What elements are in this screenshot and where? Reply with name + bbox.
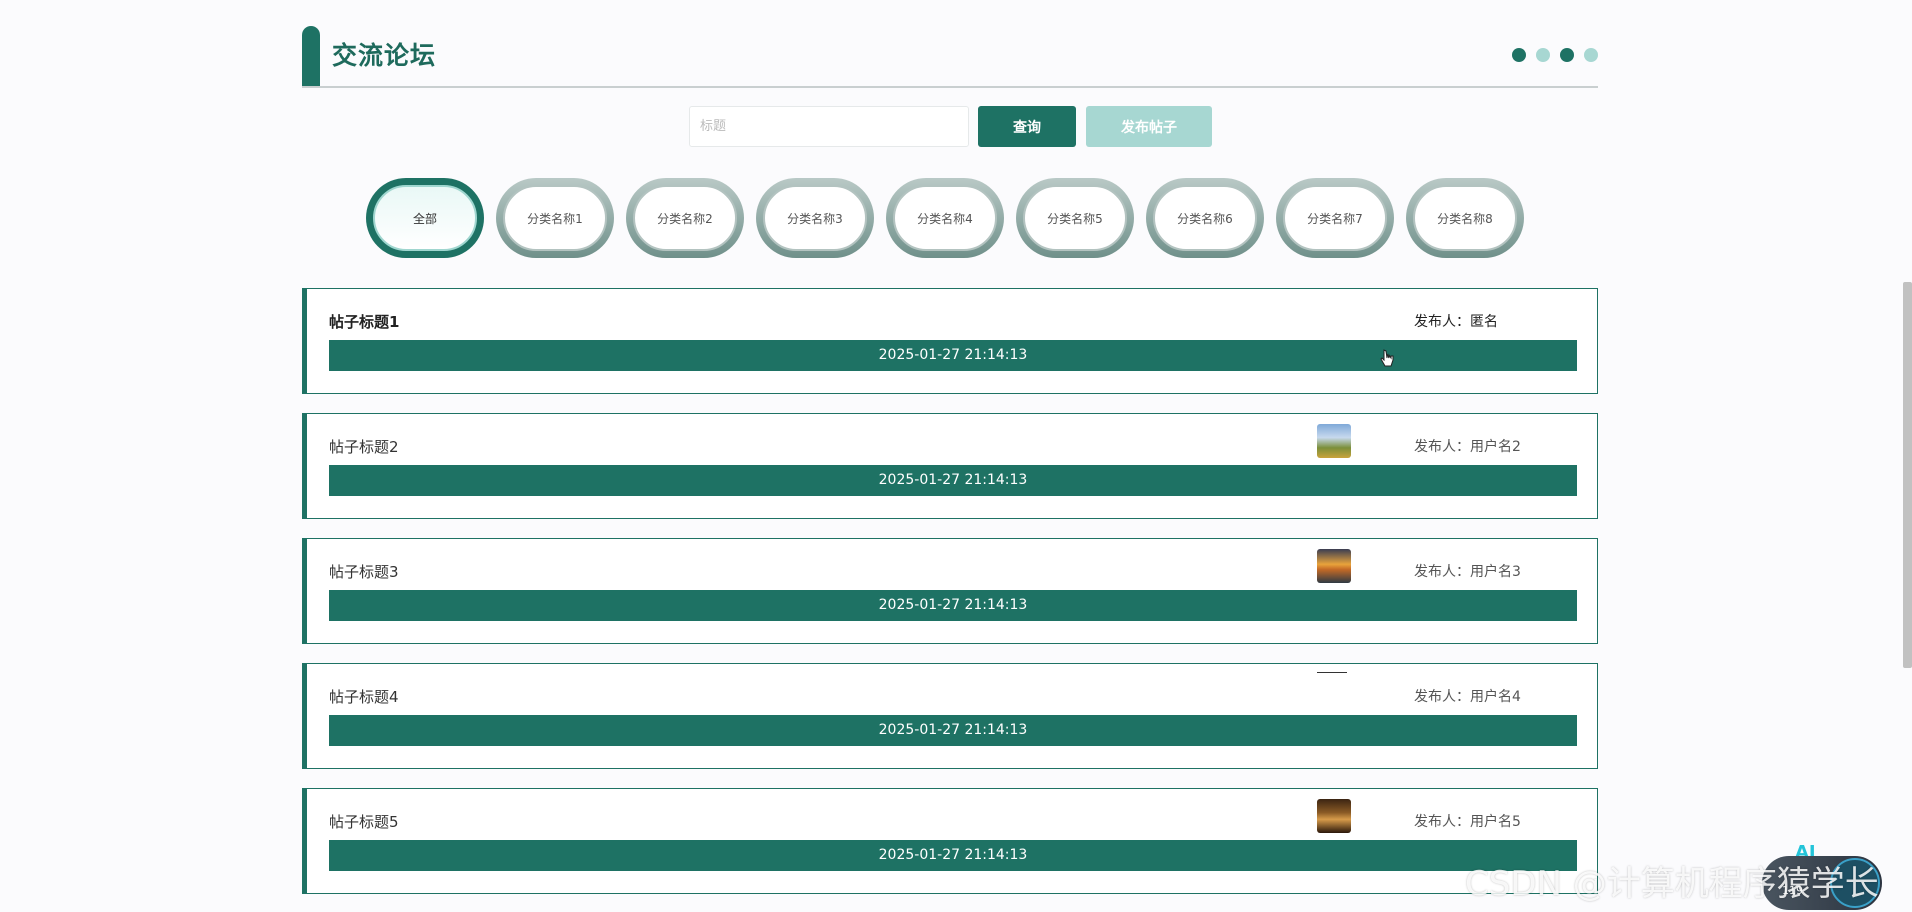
mountain-thumbnail <box>1317 424 1351 458</box>
post-item[interactable]: 帖子标题5 发布人：用户名5 2025-01-27 21:14:13 <box>302 788 1598 894</box>
post-title: 帖子标题3 <box>329 563 399 581</box>
post-date: 2025-01-27 21:14:13 <box>329 715 1577 746</box>
section-header: 交流论坛 <box>302 24 1598 88</box>
title-search-input[interactable] <box>689 106 969 147</box>
post-author: 发布人：匿名 <box>1414 314 1498 330</box>
category-label: 分类名称4 <box>893 185 997 251</box>
post-item[interactable]: 帖子标题3 发布人：用户名3 2025-01-27 21:14:13 <box>302 538 1598 644</box>
category-4[interactable]: 分类名称4 <box>886 178 1004 258</box>
broken-thumbnail <box>1317 672 1347 673</box>
header-accent-bar <box>302 26 320 86</box>
post-date: 2025-01-27 21:14:13 <box>329 590 1577 621</box>
category-3[interactable]: 分类名称3 <box>756 178 874 258</box>
hand-pointer-icon <box>1380 349 1394 367</box>
post-author: 发布人：用户名4 <box>1414 689 1521 705</box>
category-filter-bar: 全部 分类名称1 分类名称2 分类名称3 分类名称4 分类名称5 分类名称6 分… <box>366 178 1524 258</box>
category-label: 分类名称5 <box>1023 185 1127 251</box>
category-label: 分类名称1 <box>503 185 607 251</box>
publish-post-button[interactable]: 发布帖子 <box>1086 106 1212 147</box>
page-title: 交流论坛 <box>332 41 437 70</box>
post-item[interactable]: 帖子标题4 发布人：用户名4 2025-01-27 21:14:13 <box>302 663 1598 769</box>
dot-icon <box>1512 48 1526 62</box>
dot-icon <box>1560 48 1574 62</box>
post-title: 帖子标题2 <box>329 438 399 456</box>
category-label: 全部 <box>373 185 477 251</box>
post-title: 帖子标题5 <box>329 813 399 831</box>
category-5[interactable]: 分类名称5 <box>1016 178 1134 258</box>
category-label: 分类名称8 <box>1413 185 1517 251</box>
post-item[interactable]: 帖子标题2 发布人：用户名2 2025-01-27 21:14:13 <box>302 413 1598 519</box>
forum-page: 交流论坛 查询 发布帖子 全部 分类名称1 分类名称2 分类名称3 分类名称4 … <box>0 0 1912 912</box>
category-label: 分类名称6 <box>1153 185 1257 251</box>
sunset-thumbnail <box>1317 549 1351 583</box>
dot-icon <box>1584 48 1598 62</box>
query-button[interactable]: 查询 <box>978 106 1076 147</box>
post-title: 帖子标题4 <box>329 688 399 706</box>
page-scrollbar[interactable] <box>1903 282 1912 668</box>
post-title: 帖子标题1 <box>329 313 400 331</box>
post-author: 发布人：用户名5 <box>1414 814 1521 830</box>
post-date: 2025-01-27 21:14:13 <box>329 465 1577 496</box>
category-label: 分类名称3 <box>763 185 867 251</box>
watermark: CSDN @计算机程序猿学长 <box>1465 864 1879 904</box>
category-2[interactable]: 分类名称2 <box>626 178 744 258</box>
decorative-dots <box>1512 48 1598 62</box>
dot-icon <box>1536 48 1550 62</box>
category-label: 分类名称2 <box>633 185 737 251</box>
post-date: 2025-01-27 21:14:13 <box>329 840 1577 871</box>
book-thumbnail <box>1317 799 1351 833</box>
post-author: 发布人：用户名3 <box>1414 564 1521 580</box>
category-8[interactable]: 分类名称8 <box>1406 178 1524 258</box>
category-label: 分类名称7 <box>1283 185 1387 251</box>
post-author: 发布人：用户名2 <box>1414 439 1521 455</box>
category-1[interactable]: 分类名称1 <box>496 178 614 258</box>
post-item[interactable]: 帖子标题1 发布人：匿名 2025-01-27 21:14:13 <box>302 288 1598 394</box>
category-6[interactable]: 分类名称6 <box>1146 178 1264 258</box>
category-7[interactable]: 分类名称7 <box>1276 178 1394 258</box>
category-all[interactable]: 全部 <box>366 178 484 258</box>
